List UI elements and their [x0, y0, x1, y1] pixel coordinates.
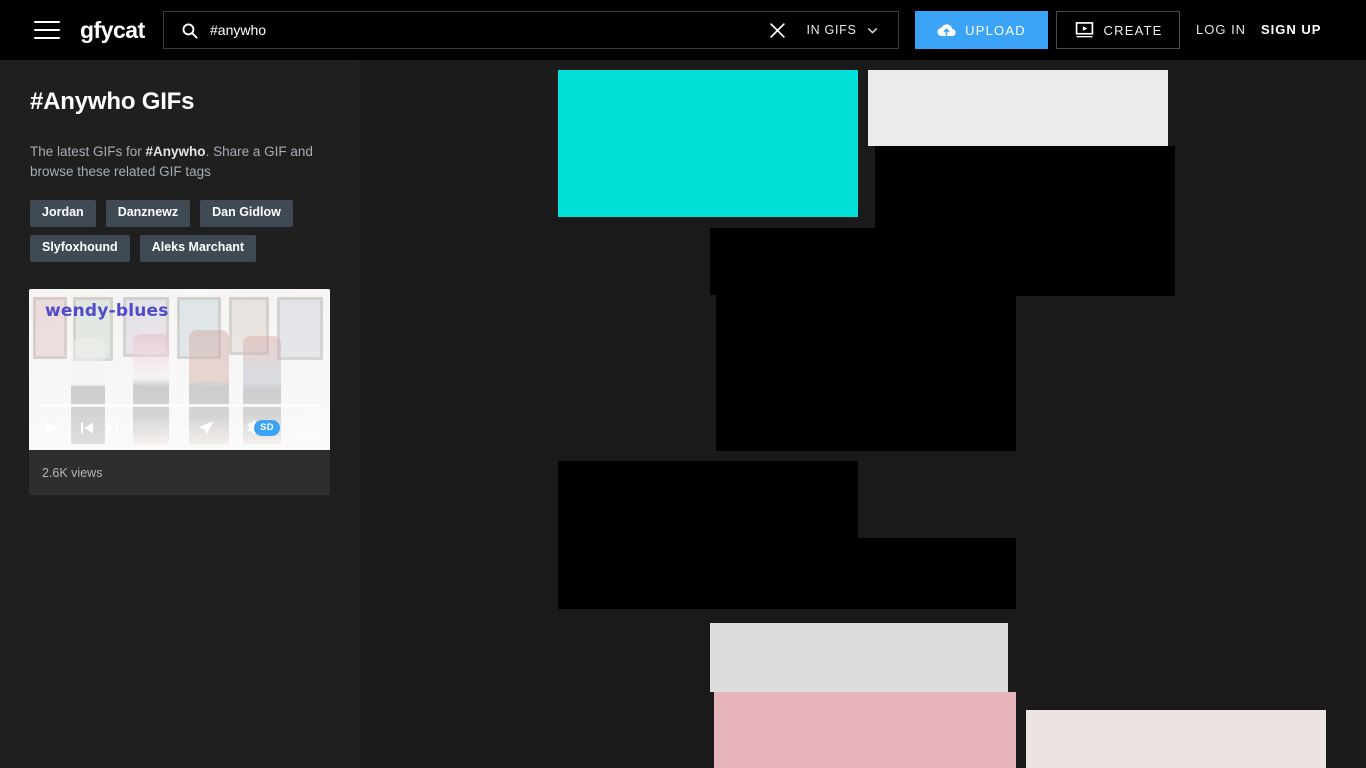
gif-tile-4[interactable] — [710, 228, 1175, 295]
tag-pill[interactable]: Jordan — [30, 200, 96, 227]
page-title: #Anywho GIFs — [30, 88, 195, 115]
sidebar: #Anywho GIFs The latest GIFs for #Anywho… — [0, 60, 360, 768]
description-tag: #Anywho — [145, 144, 206, 159]
video-controls: SD — [29, 412, 330, 444]
view-count: 2.6K views — [42, 465, 103, 480]
gif-tile-9[interactable] — [714, 692, 1016, 768]
gif-masonry-grid — [360, 60, 1366, 768]
quality-badge[interactable]: SD — [254, 420, 280, 436]
tag-description: The latest GIFs for #Anywho. Share a GIF… — [30, 142, 329, 182]
top-header: gfycat IN GIFS UPLOAD — [0, 0, 1366, 60]
cloud-upload-icon — [937, 23, 956, 36]
gif-tile-10[interactable] — [1026, 710, 1326, 768]
tag-pill[interactable]: Aleks Marchant — [139, 234, 257, 262]
video-watermark: wendy-blues — [45, 301, 169, 321]
hamburger-menu-icon[interactable] — [34, 21, 60, 39]
create-button[interactable]: CREATE — [1056, 11, 1180, 49]
gif-tile-1[interactable] — [558, 70, 858, 217]
signup-link[interactable]: SIGN UP — [1261, 22, 1321, 37]
play-icon[interactable] — [43, 420, 60, 437]
featured-gif-card[interactable]: wendy-blues SD 2.6K views — [29, 289, 330, 495]
skip-previous-icon[interactable] — [79, 420, 95, 436]
video-player[interactable]: wendy-blues SD — [29, 289, 330, 450]
search-bar[interactable] — [163, 11, 800, 49]
video-progress-bar[interactable] — [41, 404, 318, 407]
upload-button-label: UPLOAD — [965, 22, 1026, 38]
chevron-down-icon — [867, 27, 877, 33]
gif-tile-5[interactable] — [716, 295, 1016, 451]
tag-pill[interactable]: Dan Gidlow — [200, 200, 293, 227]
fullscreen-icon[interactable] — [300, 420, 316, 436]
search-scope-label: IN GIFS — [806, 23, 857, 37]
gif-tile-7[interactable] — [716, 538, 1016, 609]
tag-pill[interactable]: Slyfoxhound — [30, 234, 130, 262]
search-scope-dropdown[interactable]: IN GIFS — [787, 11, 899, 49]
login-link[interactable]: LOG IN — [1196, 22, 1246, 37]
search-input[interactable] — [206, 13, 755, 47]
gif-tile-8[interactable] — [710, 623, 1008, 692]
card-footer: 2.6K views — [29, 450, 330, 495]
search-icon — [172, 22, 206, 39]
tag-pill[interactable]: Danznewz — [105, 200, 191, 227]
description-pre: The latest GIFs for — [30, 144, 146, 159]
related-tags-list: Jordan Danznewz Dan Gidlow Slyfoxhound A… — [30, 200, 329, 262]
create-button-label: CREATE — [1103, 22, 1163, 38]
skip-next-icon[interactable] — [104, 420, 120, 436]
controls-divider — [69, 421, 70, 435]
video-box-icon — [1075, 22, 1093, 38]
gfycat-logo[interactable]: gfycat — [80, 19, 145, 42]
upload-button[interactable]: UPLOAD — [915, 11, 1048, 49]
share-icon[interactable] — [197, 419, 215, 437]
gif-tile-2[interactable] — [868, 70, 1168, 146]
